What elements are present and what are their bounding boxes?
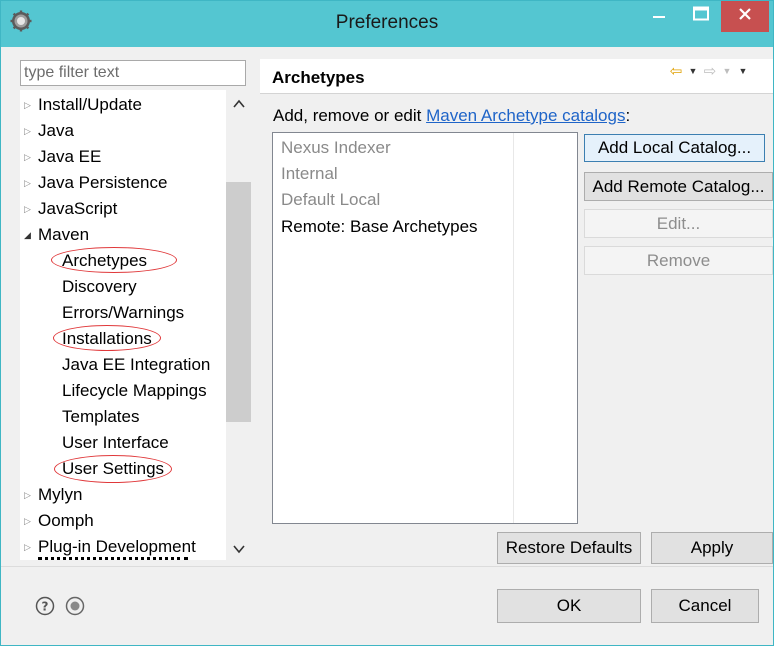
apply-button[interactable]: Apply <box>651 532 773 564</box>
tree-item-user-interface[interactable]: User Interface <box>62 430 169 456</box>
page-description: Add, remove or edit Maven Archetype cata… <box>273 106 631 125</box>
list-item[interactable]: Internal <box>281 164 338 184</box>
collapse-arrow-icon: ◢ <box>24 230 31 240</box>
expand-arrow-icon: ▷ <box>24 126 31 136</box>
expand-arrow-icon: ▷ <box>24 542 31 552</box>
title-bar[interactable]: Preferences <box>1 1 773 47</box>
maximize-icon <box>692 6 710 27</box>
ok-button[interactable]: OK <box>497 589 641 623</box>
tree-item-java-ee-integration[interactable]: Java EE Integration <box>62 352 210 378</box>
expand-arrow-icon: ▷ <box>24 178 31 188</box>
tree-item-maven[interactable]: ◢ Maven <box>24 222 89 248</box>
view-menu-icon[interactable]: ▼ <box>736 66 750 76</box>
forward-dropdown-icon[interactable]: ▼ <box>720 66 734 76</box>
tree-item-mylyn[interactable]: ▷ Mylyn <box>24 482 82 508</box>
close-button[interactable] <box>721 1 769 32</box>
add-local-catalog-button[interactable]: Add Local Catalog... <box>584 134 765 162</box>
expand-arrow-icon: ▷ <box>24 204 31 214</box>
tree-scrollbar[interactable] <box>226 90 251 560</box>
tree-item-javascript[interactable]: ▷ JavaScript <box>24 196 117 222</box>
edit-button[interactable]: Edit... <box>584 209 773 238</box>
tree-item-java-ee[interactable]: ▷ Java EE <box>24 144 101 170</box>
tree-item-java-persistence[interactable]: ▷ Java Persistence <box>24 170 167 196</box>
forward-arrow-icon[interactable]: ⇨ <box>702 62 718 80</box>
expand-arrow-icon: ▷ <box>24 516 31 526</box>
tree-item-errors-warnings[interactable]: Errors/Warnings <box>62 300 184 326</box>
tree-item-installations[interactable]: Installations <box>62 326 152 352</box>
page-navigation: ⇦ ▼ ⇨ ▼ ▼ <box>668 61 750 81</box>
minimize-icon <box>651 6 667 27</box>
help-icon[interactable]: ? <box>35 596 55 616</box>
maven-archetype-catalogs-link[interactable]: Maven Archetype catalogs <box>426 106 625 125</box>
minimize-button[interactable] <box>641 1 677 31</box>
page-header: Archetypes ⇦ ▼ ⇨ ▼ ▼ <box>260 59 773 94</box>
remove-button[interactable]: Remove <box>584 246 773 275</box>
column-separator <box>513 133 514 523</box>
footer-separator <box>1 566 773 567</box>
cancel-button[interactable]: Cancel <box>651 589 759 623</box>
record-icon[interactable] <box>65 596 85 616</box>
svg-text:?: ? <box>42 600 49 614</box>
maximize-button[interactable] <box>683 1 719 31</box>
back-arrow-icon[interactable]: ⇦ <box>668 62 684 80</box>
scroll-down-icon[interactable] <box>226 536 251 558</box>
tree-item-install-update[interactable]: ▷ Install/Update <box>24 92 142 118</box>
tree-item-partial <box>38 556 188 560</box>
tree-item-oomph[interactable]: ▷ Oomph <box>24 508 94 534</box>
expand-arrow-icon: ▷ <box>24 100 31 110</box>
tree-item-templates[interactable]: Templates <box>62 404 139 430</box>
list-item[interactable]: Remote: Base Archetypes <box>281 217 478 237</box>
page-title: Archetypes <box>272 68 365 87</box>
scrollbar-thumb[interactable] <box>226 182 251 422</box>
add-remote-catalog-button[interactable]: Add Remote Catalog... <box>584 172 773 201</box>
close-icon <box>738 7 752 26</box>
restore-defaults-button[interactable]: Restore Defaults <box>497 532 641 564</box>
preferences-window: Preferences ▷Install/Update ▷Java ▷J <box>0 0 774 646</box>
expand-arrow-icon: ▷ <box>24 152 31 162</box>
catalog-list[interactable]: Nexus Indexer Internal Default Local Rem… <box>272 132 578 524</box>
tree-item-lifecycle-mappings[interactable]: Lifecycle Mappings <box>62 378 207 404</box>
scroll-up-icon[interactable] <box>226 92 251 114</box>
tree-item-java[interactable]: ▷ Java <box>24 118 74 144</box>
tree-item-user-settings[interactable]: User Settings <box>62 456 164 482</box>
back-dropdown-icon[interactable]: ▼ <box>686 66 700 76</box>
expand-arrow-icon: ▷ <box>24 490 31 500</box>
list-item[interactable]: Nexus Indexer <box>281 138 391 158</box>
tree-item-archetypes[interactable]: Archetypes <box>62 248 147 274</box>
tree-item-discovery[interactable]: Discovery <box>62 274 137 300</box>
preference-tree: ▷ Install/Update ▷ Java ▷ Java EE ▷ Java Per… <box>20 90 251 560</box>
filter-input[interactable] <box>20 60 246 86</box>
list-item[interactable]: Default Local <box>281 190 380 210</box>
